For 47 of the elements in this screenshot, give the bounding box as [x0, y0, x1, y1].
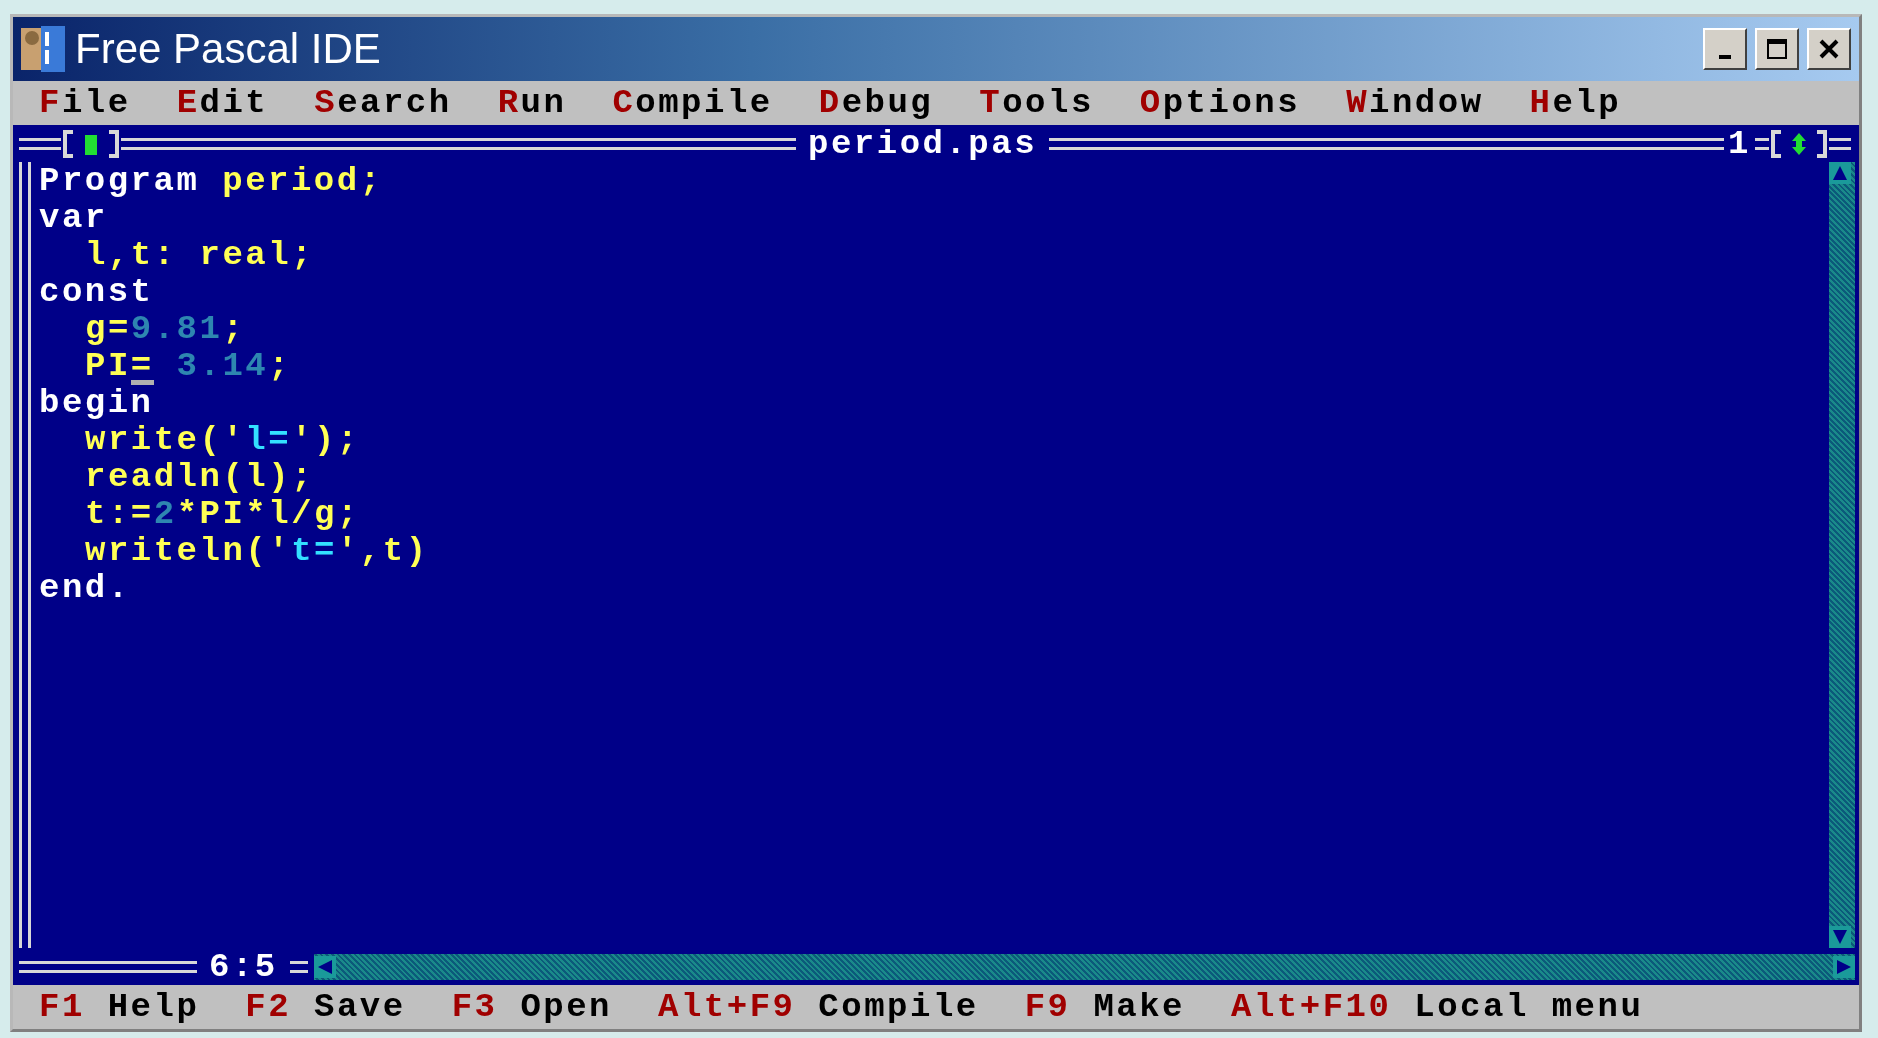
- menu-item[interactable]: File: [39, 84, 131, 122]
- shortcut-hint[interactable]: Alt+F9 Compile: [658, 988, 979, 1026]
- code-line: write('l=');: [84, 421, 361, 458]
- code-line: PI= 3.14;: [84, 347, 293, 384]
- close-box-icon[interactable]: [61, 128, 121, 159]
- menu-item[interactable]: Run: [497, 84, 567, 122]
- code-line: writeln('t=',t): [84, 532, 430, 569]
- code-line: g=9.81;: [84, 310, 247, 347]
- menu-item[interactable]: Search: [314, 84, 452, 122]
- code-line: end.: [39, 569, 132, 606]
- menu-item[interactable]: Debug: [818, 84, 934, 122]
- horizontal-scrollbar[interactable]: [313, 953, 1855, 980]
- zoom-box-icon[interactable]: [1769, 128, 1829, 159]
- code-line: l,t: real;: [84, 236, 316, 273]
- minimize-icon: [1719, 55, 1731, 59]
- maximize-icon: [1765, 37, 1789, 61]
- frame-line: [1829, 137, 1851, 150]
- code-line: readln(l);: [84, 458, 316, 495]
- minimize-button[interactable]: [1703, 28, 1747, 70]
- menu-item[interactable]: Options: [1139, 84, 1301, 122]
- shortcut-hint[interactable]: F2 Save: [245, 988, 406, 1026]
- menu-item[interactable]: Edit: [176, 84, 269, 122]
- window-title: Free Pascal IDE: [75, 25, 382, 73]
- code-line: var: [39, 199, 109, 236]
- frame-line: [1755, 137, 1769, 150]
- shortcut-hint[interactable]: F9 Make: [1024, 988, 1186, 1026]
- close-button[interactable]: [1807, 28, 1851, 70]
- app-logo-icon: [21, 24, 67, 74]
- menu-item[interactable]: Help: [1529, 84, 1622, 122]
- menu-item[interactable]: Compile: [612, 84, 773, 122]
- shortcut-hint[interactable]: Alt+F10 Local menu: [1231, 988, 1644, 1026]
- vertical-scrollbar[interactable]: [1829, 162, 1855, 948]
- code-line: Program period;: [39, 162, 384, 199]
- maximize-button[interactable]: [1755, 28, 1799, 70]
- menu-item[interactable]: Window: [1346, 84, 1484, 122]
- window-number: 1: [1727, 124, 1752, 163]
- code-line: const: [39, 273, 155, 310]
- file-title: period.pas: [807, 124, 1039, 163]
- frame-line: [289, 960, 308, 973]
- shortcut-hint[interactable]: F3 Open: [451, 988, 613, 1026]
- code-line: t:=2*PI*l/g;: [84, 495, 361, 532]
- code-line: begin: [39, 384, 155, 421]
- frame-line: [19, 137, 61, 150]
- close-icon: [1817, 37, 1841, 61]
- menu-item[interactable]: Tools: [979, 84, 1094, 122]
- shortcut-hint[interactable]: F1 Help: [39, 988, 200, 1026]
- cursor-position: 6:5: [208, 947, 279, 986]
